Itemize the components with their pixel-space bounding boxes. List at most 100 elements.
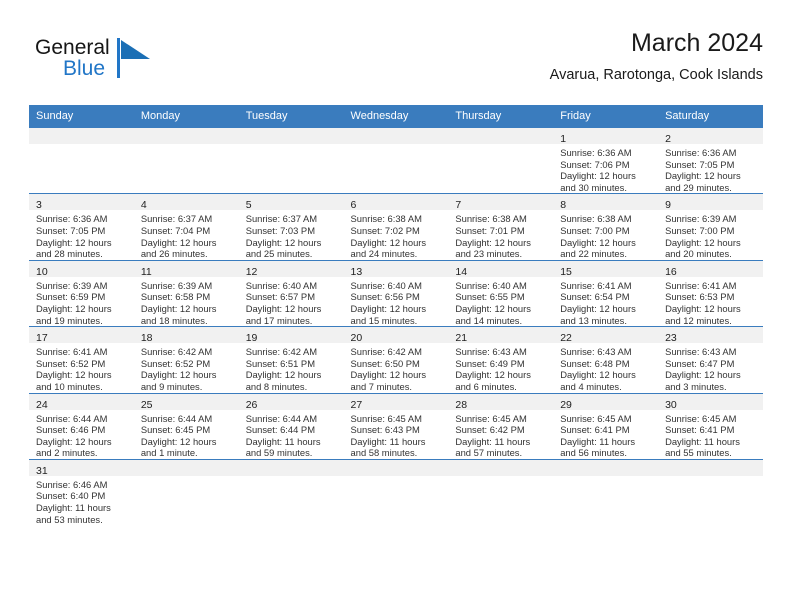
calendar-day-cell[interactable]: 8 Sunrise: 6:38 AM Sunset: 7:00 PM Daylight… xyxy=(553,193,659,261)
day-number: 2 xyxy=(665,133,671,145)
calendar-day-cell[interactable]: 1 Sunrise: 6:36 AM Sunset: 7:06 PM Daylight… xyxy=(553,126,659,194)
day-number-band: 24 xyxy=(29,393,134,411)
day-number-band: 19 xyxy=(238,327,344,344)
daylight-line: Daylight: 12 hours xyxy=(245,236,322,248)
calendar-cell-empty xyxy=(238,126,344,194)
day-number: 31 xyxy=(36,464,48,477)
day-number-band: 5 xyxy=(238,194,344,212)
day-number-band xyxy=(448,459,554,476)
sunset-line: Sunset: 6:41 PM xyxy=(665,424,735,436)
calendar-day-cell[interactable]: 17 Sunrise: 6:41 AM Sunset: 6:52 PM Dayligh… xyxy=(29,326,134,393)
calendar-day-cell[interactable]: 9 Sunrise: 6:39 AM Sunset: 7:00 PM Daylight… xyxy=(658,193,763,261)
daylight-line: Daylight: 12 hours xyxy=(140,369,217,381)
calendar-day-cell[interactable]: 29 Sunrise: 6:45 AM Sunset: 6:41 PM Dayligh… xyxy=(553,392,659,460)
calendar-day-cell[interactable]: 15 Sunrise: 6:41 AM Sunset: 6:54 PM Dayligh… xyxy=(553,259,659,327)
day-number-band xyxy=(133,459,239,476)
calendar-day-cell[interactable]: 26 Sunrise: 6:44 AM Sunset: 6:44 PM Dayligh… xyxy=(238,392,344,460)
daylight-line: Daylight: 12 hours xyxy=(665,369,741,381)
day-number: 12 xyxy=(245,265,258,278)
calendar-day-cell[interactable]: 4 Sunrise: 6:37 AM Sunset: 7:04 PM Daylight… xyxy=(133,193,239,261)
sunset-line: Sunset: 6:49 PM xyxy=(455,357,525,369)
calendar-day-cell[interactable]: 22 Sunrise: 6:43 AM Sunset: 6:48 PM Dayligh… xyxy=(553,326,659,393)
daylight-line: Daylight: 12 hours xyxy=(245,302,322,314)
daylight-line-cont: and 4 minutes. xyxy=(560,380,622,392)
day-details: Sunrise: 6:40 AM Sunset: 6:55 PM Daylight:… xyxy=(448,277,553,326)
day-number-band: 13 xyxy=(343,260,449,278)
daylight-line: Daylight: 12 hours xyxy=(350,236,427,248)
daylight-line-cont: and 13 minutes. xyxy=(560,314,627,326)
sunrise-line: Sunrise: 6:39 AM xyxy=(36,279,108,291)
calendar-day-cell[interactable]: 13 Sunrise: 6:40 AM Sunset: 6:56 PM Dayligh… xyxy=(343,259,449,327)
day-number: 5 xyxy=(245,199,252,212)
calendar-day-cell[interactable]: 6 Sunrise: 6:38 AM Sunset: 7:02 PM Daylight… xyxy=(343,193,449,261)
day-number: 11 xyxy=(140,265,152,278)
calendar-day-cell[interactable]: 11 Sunrise: 6:39 AM Sunset: 6:58 PM Dayligh… xyxy=(133,259,239,327)
daylight-line: Daylight: 11 hours xyxy=(36,502,111,514)
daylight-line-cont: and 26 minutes. xyxy=(140,248,208,260)
day-details: Sunrise: 6:42 AM Sunset: 6:51 PM Daylight:… xyxy=(239,343,344,392)
calendar-day-cell[interactable]: 18 Sunrise: 6:42 AM Sunset: 6:52 PM Dayligh… xyxy=(133,326,239,393)
sunrise-line: Sunrise: 6:45 AM xyxy=(455,412,527,424)
day-number-band: 30 xyxy=(658,393,763,411)
calendar-day-cell[interactable]: 5 Sunrise: 6:37 AM Sunset: 7:03 PM Daylight… xyxy=(238,193,344,261)
day-details: Sunrise: 6:43 AM Sunset: 6:47 PM Daylight:… xyxy=(658,343,763,392)
weekday-header-wednesday: Wednesday xyxy=(343,105,449,128)
calendar-day-cell[interactable]: 16 Sunrise: 6:41 AM Sunset: 6:53 PM Dayligh… xyxy=(658,259,763,327)
calendar-day-cell[interactable]: 25 Sunrise: 6:44 AM Sunset: 6:45 PM Dayligh… xyxy=(133,392,239,460)
weekday-header-saturday: Saturday xyxy=(658,105,763,128)
day-details: Sunrise: 6:36 AM Sunset: 7:05 PM Daylight:… xyxy=(29,210,134,259)
brand-logo[interactable]: General Blue xyxy=(35,36,215,92)
calendar-week-row: 17 Sunrise: 6:41 AM Sunset: 6:52 PM Dayligh… xyxy=(29,326,763,393)
day-number: 18 xyxy=(140,332,153,345)
day-number: 29 xyxy=(560,398,572,411)
sunrise-line: Sunrise: 6:42 AM xyxy=(140,346,213,358)
day-number-band: 25 xyxy=(133,393,239,411)
day-number-band: 12 xyxy=(238,260,344,278)
day-number: 28 xyxy=(455,398,468,411)
daylight-line-cont: and 58 minutes. xyxy=(350,447,418,459)
day-details: Sunrise: 6:39 AM Sunset: 6:58 PM Daylight:… xyxy=(134,277,239,326)
calendar-day-cell[interactable]: 21 Sunrise: 6:43 AM Sunset: 6:49 PM Dayligh… xyxy=(448,326,554,393)
day-number: 6 xyxy=(350,199,357,212)
calendar-day-cell[interactable]: 7 Sunrise: 6:38 AM Sunset: 7:01 PM Daylight… xyxy=(448,193,554,261)
day-number: 10 xyxy=(36,265,48,278)
day-number-band: 2 xyxy=(658,128,763,145)
day-number: 4 xyxy=(140,199,147,212)
calendar-day-cell[interactable]: 24 Sunrise: 6:44 AM Sunset: 6:46 PM Dayligh… xyxy=(29,392,134,460)
calendar-day-cell[interactable]: 23 Sunrise: 6:43 AM Sunset: 6:47 PM Dayligh… xyxy=(658,326,763,393)
day-details: Sunrise: 6:43 AM Sunset: 6:49 PM Daylight:… xyxy=(448,343,553,392)
calendar-cell-empty xyxy=(133,126,239,194)
daylight-line: Daylight: 11 hours xyxy=(665,435,740,447)
day-details: Sunrise: 6:40 AM Sunset: 6:57 PM Daylight:… xyxy=(239,277,344,326)
sunrise-line: Sunrise: 6:43 AM xyxy=(665,346,737,358)
sunset-line: Sunset: 6:54 PM xyxy=(560,291,630,303)
daylight-line: Daylight: 12 hours xyxy=(36,236,112,248)
calendar-day-cell[interactable]: 20 Sunrise: 6:42 AM Sunset: 6:50 PM Dayligh… xyxy=(343,326,449,393)
calendar-day-cell[interactable]: 10 Sunrise: 6:39 AM Sunset: 6:59 PM Dayligh… xyxy=(29,259,134,327)
calendar-day-cell[interactable]: 31 Sunrise: 6:46 AM Sunset: 6:40 PM Dayligh… xyxy=(29,458,134,526)
calendar-day-cell[interactable]: 28 Sunrise: 6:45 AM Sunset: 6:42 PM Dayligh… xyxy=(448,392,554,460)
day-number-band xyxy=(553,459,659,476)
sunrise-line: Sunrise: 6:40 AM xyxy=(350,279,422,291)
calendar-day-cell[interactable]: 30 Sunrise: 6:45 AM Sunset: 6:41 PM Dayligh… xyxy=(658,392,763,460)
daylight-line-cont: and 10 minutes. xyxy=(36,380,103,392)
day-number-band: 11 xyxy=(133,260,239,278)
daylight-line-cont: and 59 minutes. xyxy=(245,447,313,459)
calendar-day-cell[interactable]: 2 Sunrise: 6:36 AM Sunset: 7:05 PM Daylight… xyxy=(658,126,763,194)
sunrise-line: Sunrise: 6:36 AM xyxy=(665,147,737,158)
calendar-day-cell[interactable]: 19 Sunrise: 6:42 AM Sunset: 6:51 PM Dayligh… xyxy=(238,326,344,393)
calendar-page: General Blue March 2024 Avarua, Rarotong… xyxy=(0,0,792,612)
calendar-day-cell[interactable]: 12 Sunrise: 6:40 AM Sunset: 6:57 PM Dayligh… xyxy=(238,259,344,327)
daylight-line: Daylight: 12 hours xyxy=(350,369,427,381)
day-details: Sunrise: 6:37 AM Sunset: 7:03 PM Daylight:… xyxy=(239,210,344,259)
sunset-line: Sunset: 7:00 PM xyxy=(560,224,630,236)
day-number-band: 9 xyxy=(658,194,763,211)
daylight-line: Daylight: 12 hours xyxy=(245,369,322,381)
day-number: 17 xyxy=(36,332,48,345)
calendar-day-cell[interactable]: 27 Sunrise: 6:45 AM Sunset: 6:43 PM Dayligh… xyxy=(343,392,449,460)
daylight-line: Daylight: 11 hours xyxy=(560,435,636,447)
sunrise-line: Sunrise: 6:37 AM xyxy=(245,213,318,225)
calendar-day-cell[interactable]: 3 Sunrise: 6:36 AM Sunset: 7:05 PM Daylight… xyxy=(29,193,134,261)
calendar-day-cell[interactable]: 14 Sunrise: 6:40 AM Sunset: 6:55 PM Dayligh… xyxy=(448,259,554,327)
day-number-band: 8 xyxy=(553,194,659,211)
